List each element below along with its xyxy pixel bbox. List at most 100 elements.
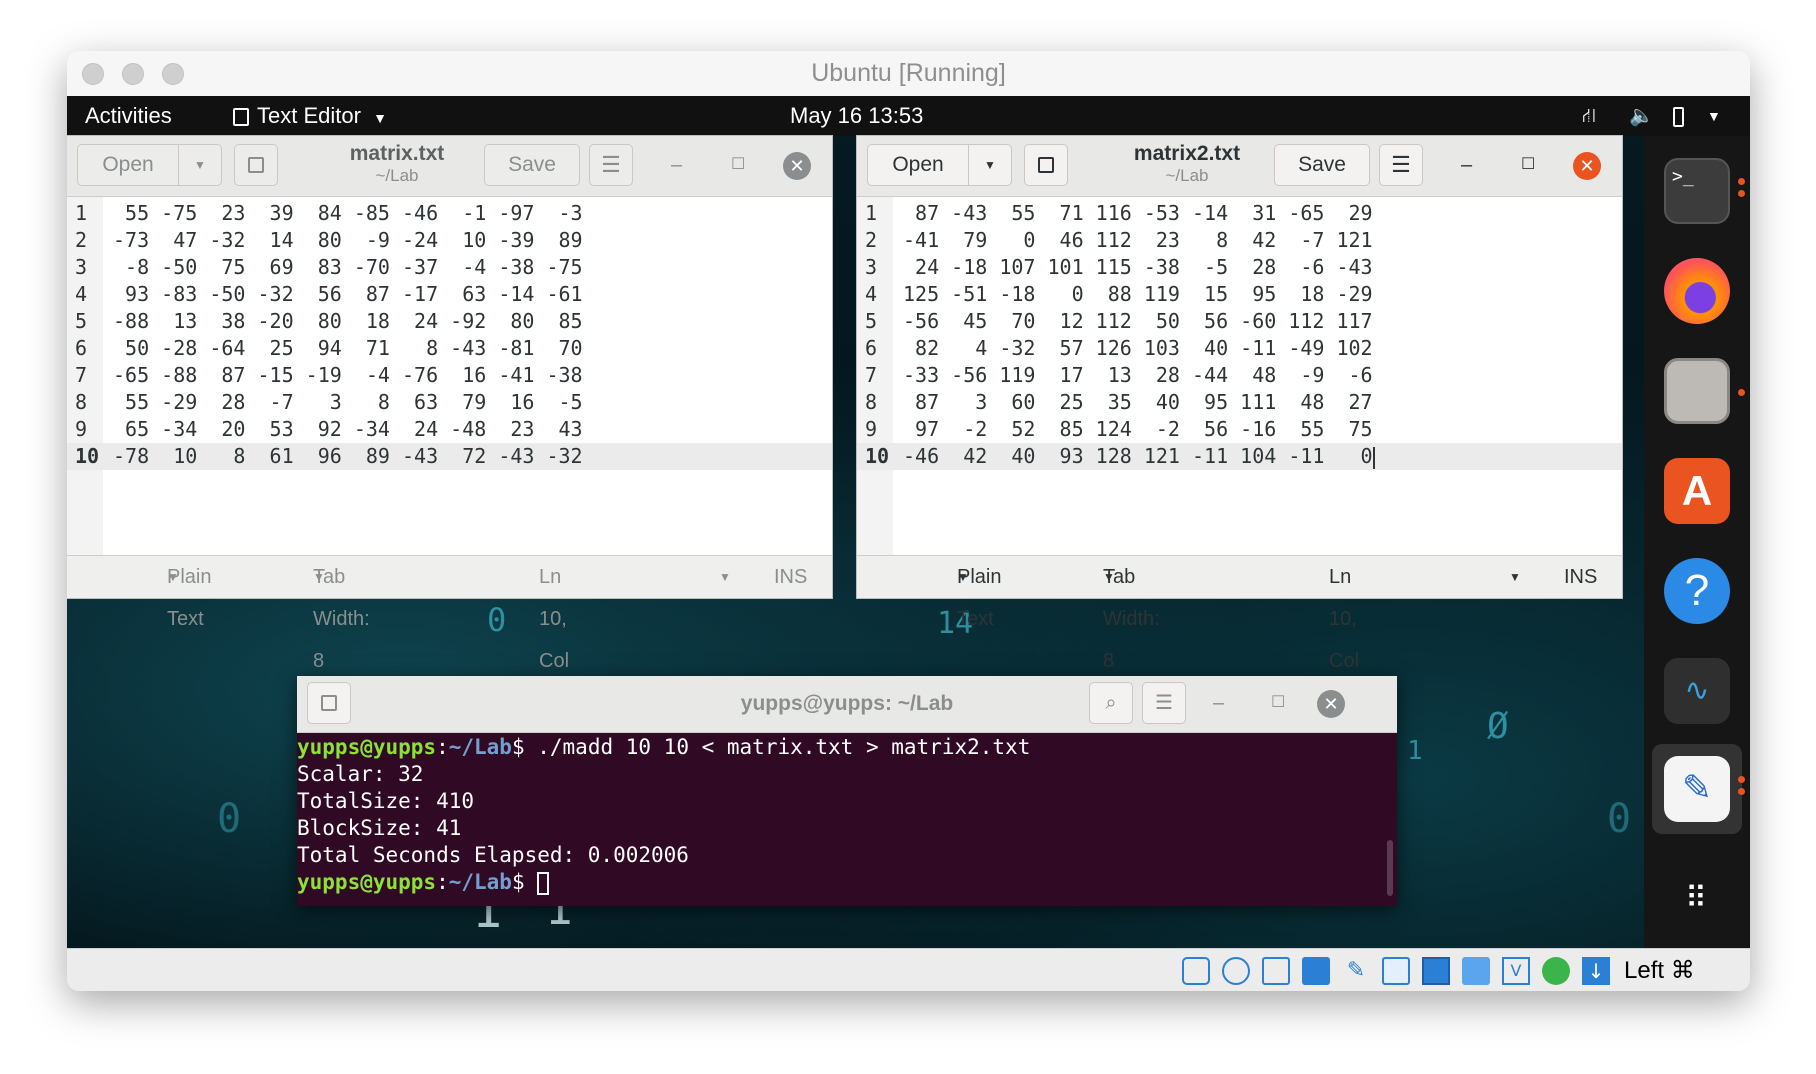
text-view[interactable]: 1 87 -43 55 71 116 -53 -14 31 -65 29 2 -4… — [857, 200, 1622, 470]
terminal-output[interactable]: yupps@yupps:~/Lab$ ./madd 10 10 < matrix… — [297, 734, 1383, 896]
line-number: 5 — [865, 309, 878, 333]
hamburger-menu-button[interactable]: ☰ — [1142, 682, 1186, 724]
close-button[interactable]: ✕ — [1573, 152, 1601, 180]
guest-additions-icon[interactable] — [1542, 957, 1570, 985]
running-indicator — [1738, 788, 1745, 795]
prompt-path: ~/Lab — [448, 735, 512, 759]
optical-drive-icon[interactable] — [1222, 957, 1250, 985]
terminal-icon[interactable]: >_ — [1664, 158, 1730, 224]
activities-button[interactable]: Activities — [85, 96, 172, 136]
software-icon[interactable]: A — [1664, 458, 1730, 524]
network-icon[interactable]: ⛙ — [1582, 96, 1596, 136]
volume-icon[interactable]: 🔈 — [1629, 96, 1654, 136]
running-indicator — [1738, 190, 1745, 197]
gnome-top-bar: Activities Text Editor ▼ May 16 13:53 ⛙ … — [67, 96, 1750, 136]
prompt-line: yupps@yupps:~/Lab$ — [297, 869, 1383, 896]
terminal-scrollbar[interactable] — [1387, 840, 1393, 896]
audio-icon[interactable] — [1262, 957, 1290, 985]
chevron-down-icon: ▼ — [167, 570, 179, 584]
guest-screen: 0 1 Ø 1 1 1 1 Ø 0 14 0 0 Activities Text… — [67, 96, 1750, 948]
network-adapter-icon[interactable] — [1302, 957, 1330, 985]
line-number: 7 — [75, 363, 88, 387]
output-line: Total Seconds Elapsed: 0.002006 — [297, 843, 689, 867]
hamburger-icon: ☰ — [1391, 152, 1411, 177]
line-number: 8 — [865, 390, 878, 414]
open-recent-dropdown[interactable]: ▼ — [968, 144, 1012, 186]
minimize-button[interactable]: – — [1461, 154, 1472, 176]
display-icon[interactable] — [1422, 957, 1450, 985]
line-text: 55 -75 23 39 84 -85 -46 -1 -97 -3 — [113, 201, 583, 225]
editor-window-matrix2: Open ▼ matrix2.txt ~/Lab Save ☰ – ☐ ✕ 1 … — [857, 136, 1622, 714]
shared-folders-icon[interactable] — [1382, 957, 1410, 985]
text-editor-icon[interactable]: ✎ — [1664, 756, 1730, 822]
save-button[interactable]: Save — [484, 144, 580, 186]
line-number: 2 — [865, 228, 878, 252]
text-line: 6 82 4 -32 57 126 103 40 -11 -49 102 — [857, 335, 1622, 362]
maximize-button[interactable]: ☐ — [1521, 154, 1535, 176]
text-line: 9 65 -34 20 53 92 -34 24 -48 23 43 — [67, 416, 832, 443]
line-text: 24 -18 107 101 115 -38 -5 28 -6 -43 — [903, 255, 1373, 279]
open-button[interactable]: Open — [867, 144, 969, 186]
hamburger-menu-button[interactable]: ☰ — [589, 144, 633, 186]
text-line: 3 -8 -50 75 69 83 -70 -37 -4 -38 -75 — [67, 254, 832, 281]
line-number: 1 — [865, 201, 878, 225]
minimize-button[interactable]: – — [671, 154, 682, 176]
host-key-label[interactable]: Left ⌘ — [1624, 949, 1695, 991]
virtualbox-window: Ubuntu [Running] 0 1 Ø 1 1 1 1 Ø 0 14 0 … — [67, 51, 1750, 991]
close-icon: ✕ — [1579, 156, 1595, 176]
maximize-button[interactable]: ☐ — [731, 154, 745, 176]
battery-icon[interactable] — [1673, 96, 1684, 136]
line-text: 55 -29 28 -7 3 8 63 79 16 -5 — [113, 390, 583, 414]
open-recent-dropdown[interactable]: ▼ — [178, 144, 222, 186]
command-text: ./madd 10 10 < matrix.txt > matrix2.txt — [524, 735, 1031, 759]
save-button[interactable]: Save — [1274, 144, 1370, 186]
insert-mode-indicator[interactable]: INS — [1564, 556, 1597, 598]
chevron-down-icon[interactable]: ▼ — [719, 556, 731, 598]
wallpaper-glyph: Ø — [1487, 706, 1509, 747]
show-apps-icon[interactable]: ⠿ — [1664, 866, 1730, 932]
editor-header-bar: Open ▼ matrix.txt ~/Lab Save ☰ – ☐ ✕ — [67, 136, 832, 197]
close-button[interactable]: ✕ — [783, 152, 811, 180]
minimize-button[interactable]: – — [1213, 692, 1224, 714]
text-view[interactable]: 1 55 -75 23 39 84 -85 -46 -1 -97 -3 2 -73… — [67, 200, 832, 470]
text-line: 5 -88 13 38 -20 80 18 24 -92 80 85 — [67, 308, 832, 335]
hamburger-menu-button[interactable]: ☰ — [1379, 144, 1423, 186]
files-icon[interactable] — [1664, 358, 1730, 424]
help-icon[interactable]: ? — [1664, 558, 1730, 624]
chevron-down-icon[interactable]: ▼ — [1509, 556, 1521, 598]
video-capture-icon[interactable] — [1462, 957, 1490, 985]
hard-disk-icon[interactable] — [1182, 957, 1210, 985]
status-bar: Plain Text ▼ Tab Width: 8 ▼ Ln 10, Col 4… — [67, 555, 832, 714]
usb-icon[interactable]: ✎ — [1342, 957, 1370, 985]
close-button[interactable]: ✕ — [1317, 690, 1345, 718]
wallpaper-glyph: 1 — [1407, 736, 1423, 766]
virtualbox-status-bar: ✎ V ↓ Left ⌘ — [67, 948, 1750, 991]
open-button[interactable]: Open — [77, 144, 179, 186]
line-text: 87 3 60 25 35 40 95 111 48 27 — [903, 390, 1373, 414]
line-number: 9 — [865, 417, 878, 441]
new-tab-button[interactable] — [1024, 144, 1068, 186]
line-text: 97 -2 52 85 124 -2 56 -16 55 75 — [903, 417, 1373, 441]
app-menu[interactable]: Text Editor ▼ — [233, 96, 387, 138]
line-text: -33 -56 119 17 13 28 -44 48 -9 -6 — [903, 363, 1373, 387]
cpu-icon[interactable]: V — [1502, 957, 1530, 985]
editor-header-bar: Open ▼ matrix2.txt ~/Lab Save ☰ – ☐ ✕ — [857, 136, 1622, 197]
hamburger-icon: ☰ — [1155, 692, 1173, 714]
new-tab-button[interactable] — [234, 144, 278, 186]
line-text: -78 10 8 61 96 89 -43 72 -43 -32 — [113, 444, 583, 468]
clock[interactable]: May 16 13:53 — [790, 96, 923, 136]
wallpaper-glyph: 0 — [487, 601, 507, 639]
search-icon: ⌕ — [1105, 692, 1117, 714]
firefox-icon[interactable] — [1664, 258, 1730, 324]
line-number: 9 — [75, 417, 88, 441]
insert-mode-indicator[interactable]: INS — [774, 556, 807, 598]
running-indicator — [1738, 776, 1745, 783]
text-line: 5 -56 45 70 12 112 50 56 -60 112 117 — [857, 308, 1622, 335]
system-monitor-icon[interactable]: ∿ — [1664, 658, 1730, 724]
search-button[interactable]: ⌕ — [1089, 682, 1133, 724]
line-number: 1 — [75, 201, 88, 225]
system-menu-chevron-icon[interactable]: ▼ — [1707, 96, 1721, 136]
text-line: 7 -65 -88 87 -15 -19 -4 -76 16 -41 -38 — [67, 362, 832, 389]
maximize-button[interactable]: ☐ — [1271, 692, 1285, 714]
mouse-integration-icon[interactable]: ↓ — [1582, 957, 1610, 985]
